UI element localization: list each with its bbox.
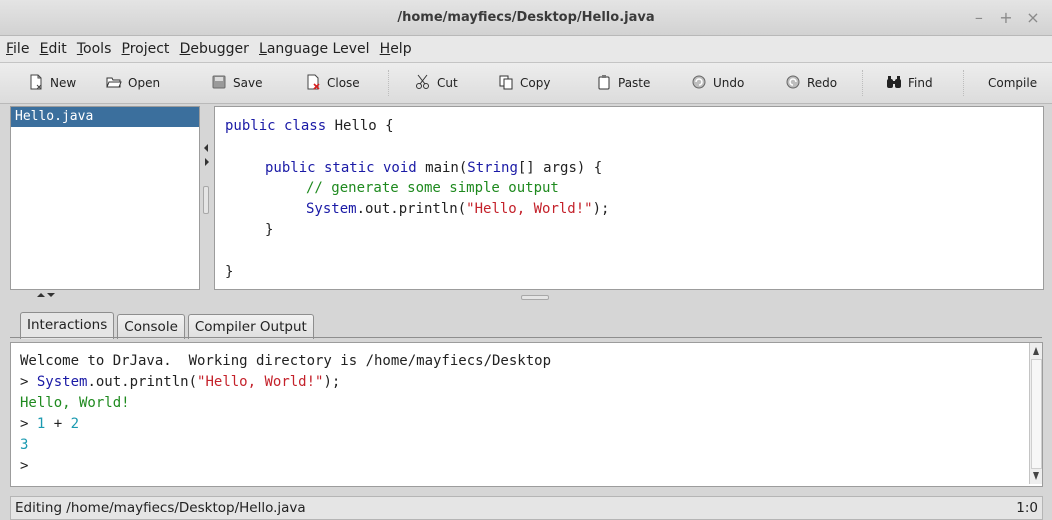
minimize-button[interactable]: – bbox=[968, 0, 990, 35]
copy-icon bbox=[499, 75, 513, 90]
code-line: } bbox=[225, 264, 234, 280]
splitter-grip-icon[interactable] bbox=[521, 295, 549, 300]
tab-console[interactable]: Console bbox=[117, 314, 185, 339]
menu-language-level[interactable]: Language Level bbox=[256, 36, 373, 62]
close-file-icon bbox=[307, 74, 320, 90]
new-file-icon bbox=[30, 74, 42, 90]
menu-project[interactable]: Project bbox=[119, 36, 173, 62]
menu-debugger[interactable]: Debugger bbox=[177, 36, 252, 62]
title-bar: /home/mayfiecs/Desktop/Hello.java – + × bbox=[0, 0, 1052, 36]
maximize-button[interactable]: + bbox=[995, 0, 1017, 35]
tab-compiler-output[interactable]: Compiler Output bbox=[187, 314, 314, 339]
vertical-scrollbar[interactable] bbox=[1029, 343, 1042, 484]
console-command: > 1 + 2 bbox=[20, 416, 80, 432]
menu-help[interactable]: Help bbox=[377, 36, 415, 62]
close-window-button[interactable]: × bbox=[1022, 0, 1044, 35]
code-line: public class Hello { bbox=[225, 118, 394, 134]
menu-tools[interactable]: Tools bbox=[74, 36, 115, 62]
welcome-line: Welcome to DrJava. Working directory is … bbox=[20, 353, 552, 369]
document-list-item[interactable]: Hello.java bbox=[11, 107, 199, 127]
code-line: } bbox=[265, 222, 274, 238]
open-button[interactable]: Open bbox=[106, 71, 160, 95]
bottom-tabs: Interactions Console Compiler Output bbox=[20, 311, 317, 339]
vertical-splitter[interactable] bbox=[201, 106, 213, 292]
document-list: Hello.java bbox=[10, 106, 200, 290]
toolbar-separator bbox=[388, 70, 389, 96]
toolbar-separator bbox=[963, 70, 964, 96]
scrollbar-thumb[interactable] bbox=[1031, 359, 1042, 469]
redo-icon bbox=[786, 75, 800, 89]
menu-bar: File Edit Tools Project Debugger Languag… bbox=[0, 36, 1052, 63]
collapse-left-icon[interactable] bbox=[204, 144, 208, 152]
tab-interactions[interactable]: Interactions bbox=[20, 312, 115, 339]
scroll-up-icon[interactable] bbox=[1033, 347, 1039, 355]
binoculars-icon bbox=[887, 76, 901, 88]
console-prompt[interactable]: > bbox=[20, 456, 28, 476]
code-line: public static void main(String[] args) { bbox=[265, 160, 603, 176]
code-editor[interactable]: public class Hello { public static void … bbox=[214, 106, 1044, 290]
console-output: Hello, World! bbox=[20, 395, 130, 411]
find-button[interactable]: Find bbox=[886, 71, 933, 95]
splitter-grip-icon[interactable] bbox=[203, 186, 209, 214]
close-button[interactable]: Close bbox=[305, 71, 360, 95]
menu-file[interactable]: File bbox=[3, 36, 32, 62]
tab-divider bbox=[10, 337, 1042, 338]
undo-icon bbox=[692, 75, 706, 89]
status-text: Editing /home/mayfiecs/Desktop/Hello.jav… bbox=[15, 500, 306, 516]
paste-button[interactable]: Paste bbox=[596, 71, 650, 95]
folder-open-icon bbox=[106, 77, 122, 88]
cursor-position: 1:0 bbox=[1016, 500, 1038, 516]
console-command: > System.out.println("Hello, World!"); bbox=[20, 374, 341, 390]
new-button[interactable]: New bbox=[28, 71, 76, 95]
compile-button[interactable]: Compile bbox=[988, 71, 1037, 95]
window-controls: – + × bbox=[968, 0, 1044, 35]
collapse-down-icon[interactable] bbox=[47, 293, 55, 297]
copy-button[interactable]: Copy bbox=[498, 71, 550, 95]
cut-button[interactable]: Cut bbox=[415, 71, 458, 95]
clipboard-icon bbox=[598, 75, 610, 90]
toolbar: New Open Save Close Cut Copy Paste Undo … bbox=[0, 63, 1052, 104]
scroll-down-icon[interactable] bbox=[1033, 472, 1039, 480]
code-line: System.out.println("Hello, World!"); bbox=[306, 201, 610, 217]
toolbar-separator bbox=[862, 70, 863, 96]
redo-button[interactable]: Redo bbox=[785, 71, 837, 95]
window-title: /home/mayfiecs/Desktop/Hello.java bbox=[397, 10, 655, 25]
code-comment: // generate some simple output bbox=[306, 180, 559, 196]
save-icon bbox=[212, 75, 226, 89]
save-button[interactable]: Save bbox=[211, 71, 262, 95]
collapse-up-icon[interactable] bbox=[37, 293, 45, 297]
console-output: 3 bbox=[20, 437, 29, 453]
expand-right-icon[interactable] bbox=[205, 158, 209, 166]
horizontal-splitter[interactable] bbox=[0, 290, 1052, 308]
menu-edit[interactable]: Edit bbox=[37, 36, 70, 62]
status-bar: Editing /home/mayfiecs/Desktop/Hello.jav… bbox=[10, 496, 1043, 520]
interactions-pane[interactable]: Welcome to DrJava. Working directory is … bbox=[10, 342, 1043, 487]
scissors-icon bbox=[416, 74, 429, 89]
undo-button[interactable]: Undo bbox=[691, 71, 744, 95]
